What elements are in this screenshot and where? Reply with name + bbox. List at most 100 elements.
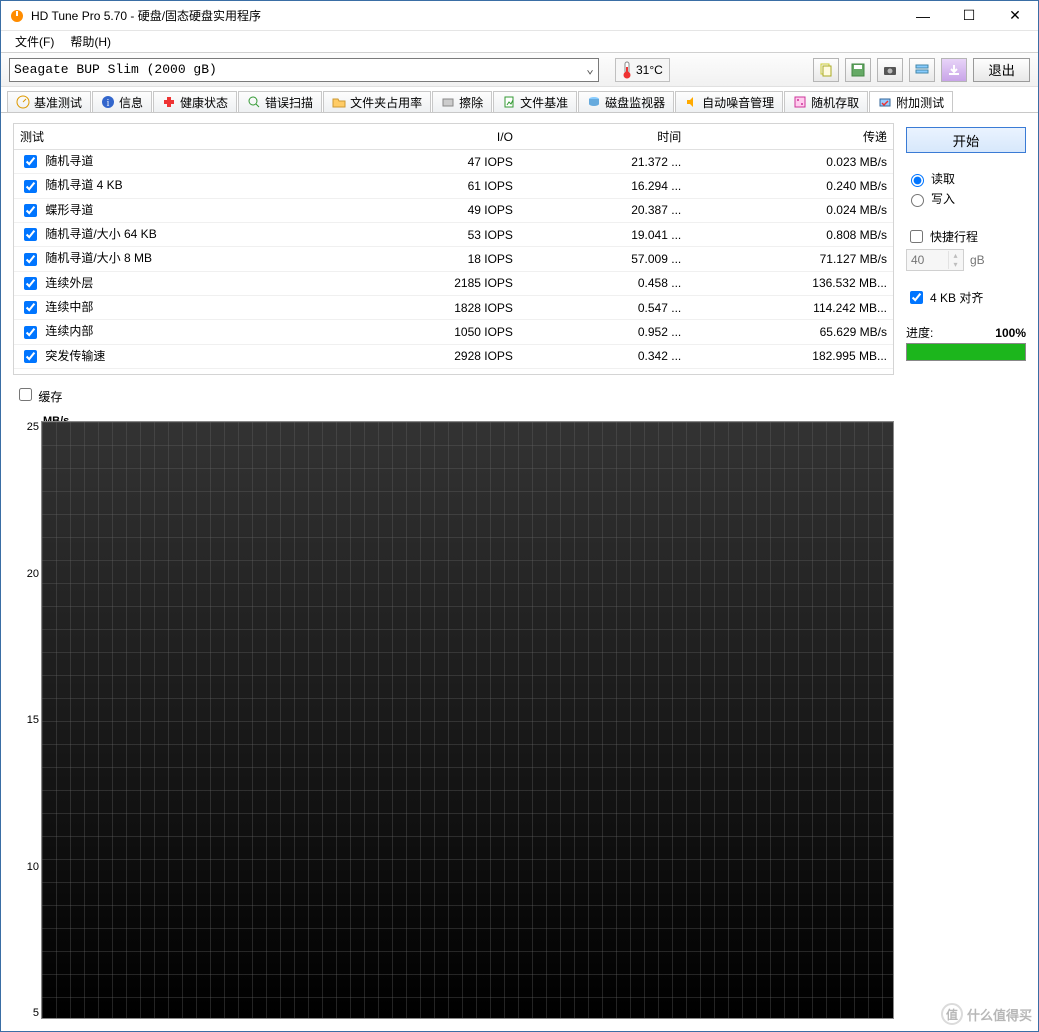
copy-button[interactable] bbox=[813, 58, 839, 82]
health-icon bbox=[162, 95, 176, 109]
app-icon bbox=[9, 8, 25, 24]
minimize-button[interactable]: — bbox=[900, 1, 946, 30]
drive-select[interactable]: Seagate BUP Slim (2000 gB) ⌄ bbox=[9, 58, 599, 82]
align-4kb-label: 4 KB 对齐 bbox=[930, 289, 983, 306]
y-tick: 15 bbox=[17, 714, 39, 726]
tab-label: 文件夹占用率 bbox=[350, 94, 422, 111]
row-checkbox[interactable] bbox=[24, 180, 37, 193]
cache-checkbox[interactable]: 缓存 bbox=[15, 390, 62, 404]
drive-select-value: Seagate BUP Slim (2000 gB) bbox=[14, 62, 217, 77]
start-button[interactable]: 开始 bbox=[906, 127, 1026, 153]
temperature-display: 31°C bbox=[615, 58, 670, 82]
tab-health[interactable]: 健康状态 bbox=[153, 91, 237, 112]
tab-random[interactable]: 随机存取 bbox=[784, 91, 868, 112]
tab-label: 擦除 bbox=[459, 94, 483, 111]
col-header[interactable]: 时间 bbox=[519, 124, 687, 150]
spinner-down[interactable]: ▾ bbox=[948, 260, 962, 269]
col-header[interactable]: 传递 bbox=[687, 124, 893, 150]
shortstroke-group: 快捷行程 40 ▴▾ gB bbox=[906, 224, 1026, 271]
rw-mode: 读取 写入 bbox=[906, 167, 1026, 210]
align-4kb-checkbox[interactable]: 4 KB 对齐 bbox=[906, 288, 1026, 307]
row-checkbox[interactable] bbox=[24, 204, 37, 217]
tab-scan[interactable]: 错误扫描 bbox=[238, 91, 322, 112]
random-icon bbox=[793, 95, 807, 109]
read-radio[interactable]: 读取 bbox=[906, 170, 1026, 187]
download-button[interactable] bbox=[941, 58, 967, 82]
tab-label: 基准测试 bbox=[34, 94, 82, 111]
align-4kb-row: 4 KB 对齐 bbox=[906, 285, 1026, 310]
table-row[interactable]: 突发传输速2928 IOPS0.342 ...182.995 MB... bbox=[14, 344, 893, 368]
table-row[interactable]: 随机寻道/大小 8 MB18 IOPS57.009 ...71.127 MB/s bbox=[14, 247, 893, 271]
progress-label: 进度: bbox=[906, 324, 933, 341]
chart-grid bbox=[42, 422, 893, 1018]
col-header[interactable]: 测试 bbox=[14, 124, 351, 150]
tab-label: 自动噪音管理 bbox=[702, 94, 774, 111]
close-button[interactable]: ✕ bbox=[992, 1, 1038, 30]
tab-gauge[interactable]: 基准测试 bbox=[7, 91, 91, 112]
erase-icon bbox=[441, 95, 455, 109]
settings-button[interactable] bbox=[909, 58, 935, 82]
chart-y-ticks: 252015105 bbox=[17, 421, 39, 1019]
write-radio[interactable]: 写入 bbox=[906, 190, 1026, 207]
shortstroke-spinner[interactable]: 40 ▴▾ bbox=[906, 249, 964, 271]
tab-label: 随机存取 bbox=[811, 94, 859, 111]
shortstroke-unit: gB bbox=[970, 253, 985, 267]
y-tick: 10 bbox=[17, 861, 39, 873]
screenshot-button[interactable] bbox=[877, 58, 903, 82]
chart-canvas bbox=[41, 421, 894, 1019]
tab-label: 附加测试 bbox=[896, 94, 944, 111]
tab-label: 健康状态 bbox=[180, 94, 228, 111]
shortstroke-label: 快捷行程 bbox=[930, 228, 978, 245]
table-row[interactable]: 随机寻道 4 KB61 IOPS16.294 ...0.240 MB/s bbox=[14, 174, 893, 198]
row-checkbox[interactable] bbox=[24, 326, 37, 339]
tab-folder[interactable]: 文件夹占用率 bbox=[323, 91, 431, 112]
tab-monitor[interactable]: 磁盘监视器 bbox=[578, 91, 674, 112]
row-checkbox[interactable] bbox=[24, 155, 37, 168]
maximize-button[interactable]: ☐ bbox=[946, 1, 992, 30]
shortstroke-checkbox[interactable]: 快捷行程 bbox=[906, 227, 1026, 246]
tab-filebench[interactable]: 文件基准 bbox=[493, 91, 577, 112]
table-row[interactable]: 随机寻道/大小 64 KB53 IOPS19.041 ...0.808 MB/s bbox=[14, 222, 893, 246]
menubar: 文件(F) 帮助(H) bbox=[1, 31, 1038, 53]
monitor-icon bbox=[587, 95, 601, 109]
exit-button[interactable]: 退出 bbox=[973, 58, 1030, 82]
titlebar: HD Tune Pro 5.70 - 硬盘/固态硬盘实用程序 — ☐ ✕ bbox=[1, 1, 1038, 31]
tab-label: 文件基准 bbox=[520, 94, 568, 111]
row-checkbox[interactable] bbox=[24, 277, 37, 290]
row-checkbox[interactable] bbox=[24, 253, 37, 266]
temperature-value: 31°C bbox=[636, 63, 663, 77]
row-checkbox[interactable] bbox=[24, 228, 37, 241]
shortstroke-value: 40 ▴▾ gB bbox=[906, 249, 1026, 271]
side-panel: 开始 读取 写入 快捷行程 40 ▴▾ gB 4 KB 对齐 bbox=[906, 123, 1026, 1019]
table-row[interactable]: 随机寻道47 IOPS21.372 ...0.023 MB/s bbox=[14, 150, 893, 174]
save-button[interactable] bbox=[845, 58, 871, 82]
progress-bar bbox=[906, 343, 1026, 361]
table-row[interactable]: 连续中部1828 IOPS0.547 ...114.242 MB... bbox=[14, 295, 893, 319]
gauge-icon bbox=[16, 95, 30, 109]
tab-erase[interactable]: 擦除 bbox=[432, 91, 492, 112]
table-row[interactable]: 连续外层2185 IOPS0.458 ...136.532 MB... bbox=[14, 271, 893, 295]
tab-label: 信息 bbox=[119, 94, 143, 111]
y-tick: 25 bbox=[17, 421, 39, 433]
row-checkbox[interactable] bbox=[24, 301, 37, 314]
tab-strip: 基准测试 i 信息 健康状态错误扫描 文件夹占用率 擦除 文件基准磁盘监视器 自动噪音管理 随机… bbox=[1, 87, 1038, 113]
extra-icon bbox=[878, 95, 892, 109]
menu-file[interactable]: 文件(F) bbox=[7, 31, 62, 52]
window-title: HD Tune Pro 5.70 - 硬盘/固态硬盘实用程序 bbox=[31, 7, 900, 24]
table-row[interactable]: 连续内部1050 IOPS0.952 ...65.629 MB/s bbox=[14, 320, 893, 344]
table-row[interactable]: 蝶形寻道49 IOPS20.387 ...0.024 MB/s bbox=[14, 198, 893, 222]
col-header[interactable]: I/O bbox=[351, 124, 519, 150]
cache-checkbox-row: 缓存 bbox=[15, 385, 894, 405]
window-controls: — ☐ ✕ bbox=[900, 1, 1038, 30]
row-checkbox[interactable] bbox=[24, 350, 37, 363]
menu-help[interactable]: 帮助(H) bbox=[62, 31, 119, 52]
tab-aam[interactable]: 自动噪音管理 bbox=[675, 91, 783, 112]
y-tick: 20 bbox=[17, 568, 39, 580]
tab-extra[interactable]: 附加测试 bbox=[869, 91, 953, 112]
tab-info[interactable]: i 信息 bbox=[92, 91, 152, 112]
read-label: 读取 bbox=[931, 170, 955, 187]
spinner-up[interactable]: ▴ bbox=[948, 251, 962, 260]
app-window: HD Tune Pro 5.70 - 硬盘/固态硬盘实用程序 — ☐ ✕ 文件(… bbox=[0, 0, 1039, 1032]
chart: MB/s 252015105 bbox=[41, 411, 894, 1019]
svg-text:i: i bbox=[107, 98, 110, 109]
